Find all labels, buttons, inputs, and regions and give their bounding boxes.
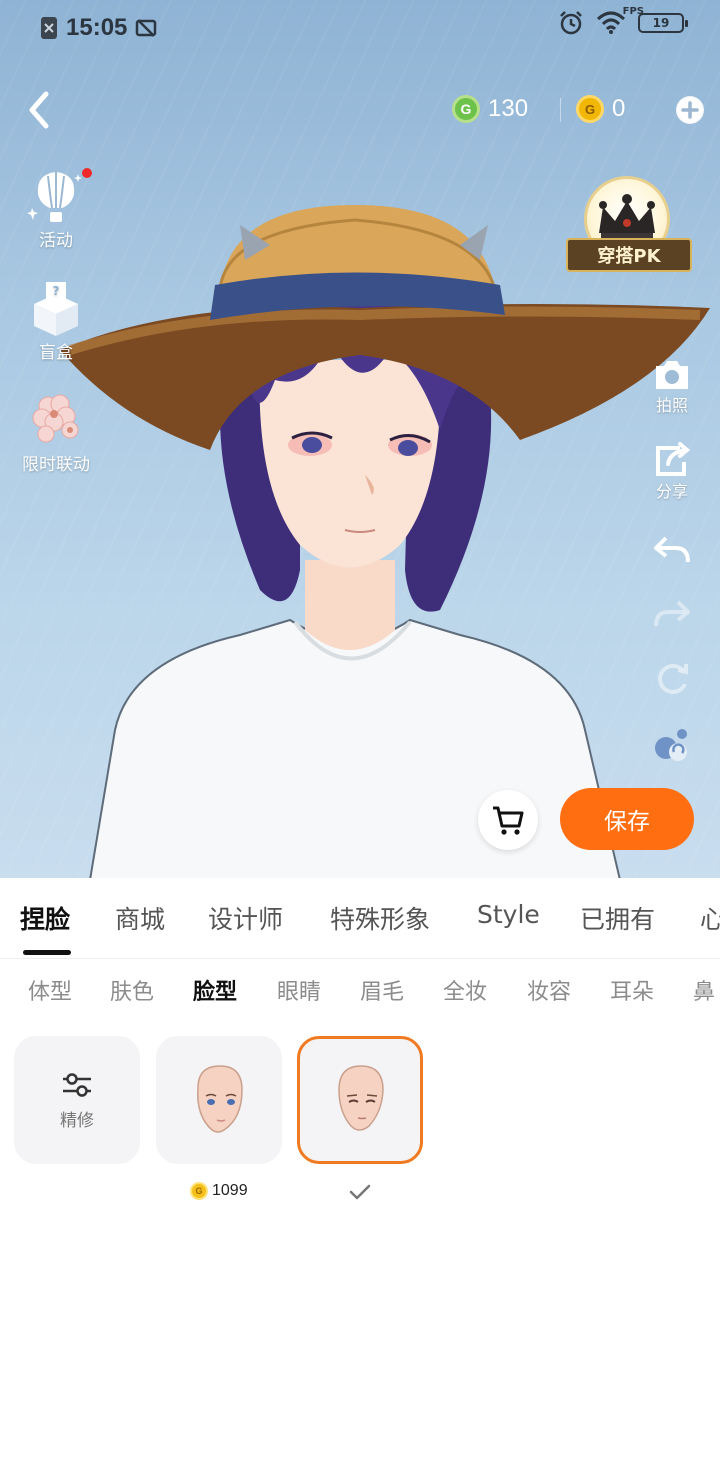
blind-box-label: 盲盒 [39, 343, 73, 363]
avatar-scene [0, 0, 720, 878]
undo-button[interactable] [648, 532, 696, 566]
undo-icon [654, 536, 690, 563]
plus-icon [677, 97, 703, 123]
subtab-face-shape[interactable]: 脸型 [193, 974, 237, 1006]
face-thumbnail-icon [338, 1065, 384, 1131]
tab-store[interactable]: 商城 [115, 900, 165, 936]
balloon-icon [26, 168, 92, 226]
share-icon [656, 442, 691, 476]
share-button[interactable]: 分享 [648, 442, 696, 502]
checkmark-icon [349, 1184, 371, 1200]
battery-level: 19 [652, 16, 670, 30]
face-subcategory-tabs: 体型 肤色 脸型 眼睛 眉毛 全妆 妆容 耳朵 鼻 [0, 970, 720, 1010]
cart-button[interactable] [478, 790, 538, 850]
refresh-icon [658, 664, 688, 694]
face-shape-item[interactable] [156, 1036, 282, 1164]
tab-owned[interactable]: 已拥有 [580, 900, 655, 936]
gold-coin-icon: G [190, 1182, 208, 1200]
subtab-makeup[interactable]: 妆容 [527, 974, 571, 1006]
subtab-full-makeup[interactable]: 全妆 [443, 974, 487, 1006]
refine-label: 精修 [60, 1110, 94, 1131]
currency-coin-balance[interactable]: G 0 [576, 90, 625, 128]
reset-button[interactable] [648, 660, 696, 696]
gift-box-icon: ? [26, 280, 86, 338]
category-tabs: 捏脸 商城 设计师 特殊形象 Style 已拥有 心 [0, 878, 720, 958]
g-coin-icon: G [452, 95, 480, 123]
subtab-nose[interactable]: 鼻 [693, 974, 715, 1006]
save-button[interactable]: 保存 [560, 788, 694, 850]
g-coin-value: 130 [488, 95, 529, 122]
redo-icon [654, 600, 690, 627]
screenshot-off-icon [136, 19, 157, 37]
camera-icon [656, 361, 688, 389]
gender-switch-button[interactable] [648, 726, 696, 766]
subtab-body[interactable]: 体型 [28, 974, 72, 1006]
tabs-divider [0, 958, 720, 959]
notification-icon [41, 17, 57, 39]
alarm-icon [560, 11, 582, 35]
currency-divider [560, 98, 561, 122]
photo-label: 拍照 [655, 396, 688, 415]
face-shape-item-selected[interactable] [297, 1036, 423, 1164]
limited-collab-button[interactable]: 限时联动 [14, 392, 98, 475]
status-time: 15:05 [66, 14, 128, 41]
share-label: 分享 [655, 482, 688, 501]
avatar-figure[interactable] [60, 190, 720, 878]
blind-box-mark: ? [53, 284, 60, 298]
gold-coin-icon: G [576, 95, 604, 123]
chevron-left-icon [29, 91, 49, 129]
activity-label: 活动 [39, 231, 73, 251]
limited-collab-label: 限时联动 [22, 455, 90, 475]
gender-switch-icon [655, 729, 687, 761]
subtab-ears[interactable]: 耳朵 [610, 974, 654, 1006]
subtab-skin[interactable]: 肤色 [110, 974, 154, 1006]
outfit-pk-button[interactable]: 穿搭PK [566, 176, 692, 274]
status-bar: 15:05 FPS 19 [0, 0, 720, 56]
tab-wishlist[interactable]: 心 [700, 900, 720, 936]
subtab-eyes[interactable]: 眼睛 [277, 974, 321, 1006]
activity-button[interactable]: 活动 [26, 168, 92, 251]
wifi-icon [596, 11, 626, 34]
tab-face-sculpt[interactable]: 捏脸 [20, 900, 70, 936]
currency-g-balance[interactable]: G 130 [452, 90, 528, 128]
active-tab-indicator [23, 950, 71, 955]
face1-price: G 1099 [190, 1182, 248, 1200]
pk-label: 穿搭PK [566, 238, 692, 272]
notification-dot [82, 168, 92, 178]
tab-designer[interactable]: 设计师 [208, 900, 283, 936]
photo-button[interactable]: 拍照 [648, 358, 696, 416]
tab-style[interactable]: Style [477, 900, 540, 929]
gold-coin-value: 0 [612, 95, 626, 122]
redo-button[interactable] [648, 596, 696, 630]
blind-box-button[interactable]: ? 盲盒 [26, 280, 86, 363]
battery-indicator: 19 [638, 13, 688, 33]
back-button[interactable] [20, 88, 60, 132]
customization-panel: 捏脸 商城 设计师 特殊形象 Style 已拥有 心 体型 肤色 脸型 眼睛 眉… [0, 878, 720, 1460]
tab-special-avatar[interactable]: 特殊形象 [330, 900, 430, 936]
flower-icon [26, 392, 86, 450]
sliders-icon [63, 1072, 91, 1097]
add-currency-button[interactable] [676, 96, 704, 124]
refine-card[interactable]: 精修 [14, 1036, 140, 1164]
subtab-eyebrows[interactable]: 眉毛 [360, 974, 404, 1006]
cart-icon [493, 806, 524, 835]
price-value: 1099 [212, 1182, 248, 1199]
face-thumbnail-icon [197, 1065, 243, 1133]
